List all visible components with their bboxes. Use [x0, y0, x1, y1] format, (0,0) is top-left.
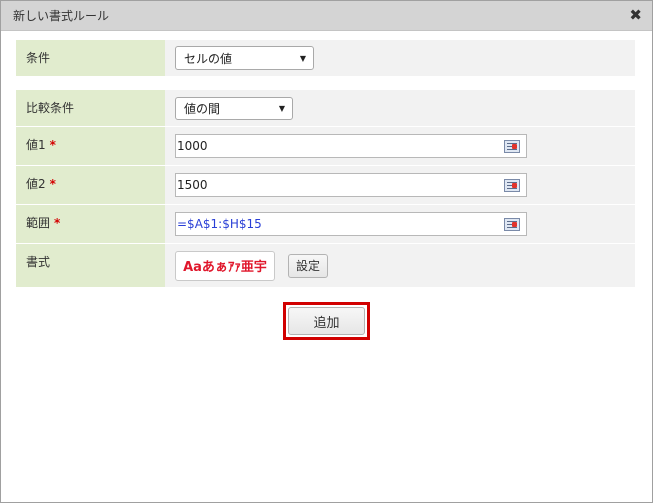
title-bar[interactable]: 新しい書式ルール ✖: [1, 1, 652, 31]
value1-input[interactable]: 1000: [175, 134, 527, 158]
condition-select-value: セルの値: [184, 51, 233, 66]
condition-section: 条件 セルの値 ▼: [16, 40, 635, 76]
format-row: 書式 Aaあぁｱｧ亜宇 設定: [16, 244, 635, 287]
value1-label: 値1 *: [16, 127, 165, 165]
condition-field: セルの値 ▼: [165, 40, 635, 76]
comparison-label: 比較条件: [16, 90, 165, 126]
chevron-down-icon: ▼: [278, 103, 285, 113]
value1-field: 1000: [165, 127, 635, 165]
condition-select[interactable]: セルの値 ▼: [175, 46, 314, 70]
value2-input-value: 1500: [177, 178, 208, 192]
range-picker-icon[interactable]: [504, 139, 520, 153]
comparison-select[interactable]: 値の間 ▼: [175, 96, 293, 120]
value2-row: 値2 * 1500: [16, 166, 635, 204]
format-preview: Aaあぁｱｧ亜宇: [175, 250, 275, 281]
condition-label: 条件: [16, 40, 165, 76]
range-label-text: 範囲: [26, 216, 51, 230]
chevron-down-icon: ▼: [299, 53, 306, 63]
format-settings-button[interactable]: 設定: [288, 253, 328, 278]
range-picker-icon[interactable]: [504, 217, 520, 231]
format-label: 書式: [16, 244, 165, 287]
comparison-field: 値の間 ▼: [165, 90, 635, 126]
dialog-title: 新しい書式ルール: [13, 9, 110, 23]
value2-input[interactable]: 1500: [175, 173, 527, 197]
value1-label-text: 値1: [26, 138, 46, 152]
required-mark: *: [49, 138, 56, 152]
range-label: 範囲 *: [16, 205, 165, 243]
add-button-highlight: 追加: [283, 302, 370, 340]
comparison-select-value: 値の間: [184, 101, 221, 116]
value2-label: 値2 *: [16, 166, 165, 204]
value1-row: 値1 * 1000: [16, 127, 635, 165]
rule-details-section: 比較条件 値の間 ▼ 値1 * 1000 値2 * 1500 範囲 * =$A$…: [16, 90, 635, 287]
condition-row: 条件 セルの値 ▼: [16, 40, 635, 76]
range-field: =$A$1:$H$15: [165, 205, 635, 243]
range-picker-icon[interactable]: [504, 178, 520, 192]
format-field: Aaあぁｱｧ亜宇 設定: [165, 244, 635, 287]
range-input[interactable]: =$A$1:$H$15: [175, 212, 527, 236]
required-mark: *: [54, 216, 61, 230]
range-row: 範囲 * =$A$1:$H$15: [16, 205, 635, 243]
value1-input-value: 1000: [177, 139, 208, 153]
range-input-value: =$A$1:$H$15: [177, 217, 262, 231]
close-icon[interactable]: ✖: [629, 8, 642, 23]
required-mark: *: [49, 177, 56, 191]
value2-label-text: 値2: [26, 177, 46, 191]
add-button[interactable]: 追加: [288, 307, 365, 335]
new-format-rule-dialog: 新しい書式ルール ✖ 条件 セルの値 ▼ 比較条件 値の間 ▼ 値1 * 100…: [0, 0, 653, 503]
comparison-row: 比較条件 値の間 ▼: [16, 90, 635, 126]
value2-field: 1500: [165, 166, 635, 204]
